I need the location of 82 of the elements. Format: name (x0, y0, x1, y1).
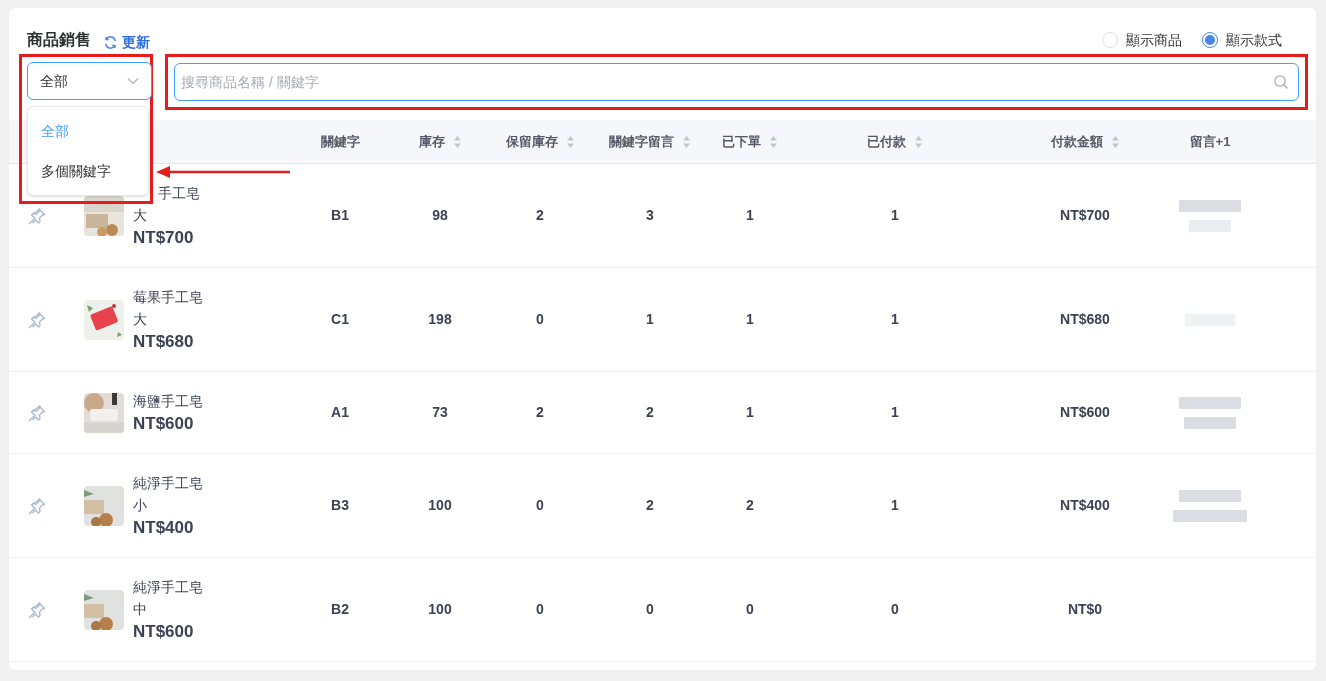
table-cell-text: 1 (891, 403, 899, 422)
sort-icon[interactable] (452, 134, 462, 149)
pin-icon[interactable] (27, 495, 47, 516)
search-field[interactable]: 搜尋商品名稱 / 關鍵字 (174, 63, 1299, 101)
table-cell-text: 2 (746, 496, 754, 515)
table-cell-text: C1 (331, 310, 349, 329)
table-cell-text: 2 (536, 206, 544, 225)
dropdown-option[interactable]: 多個關鍵字 (28, 151, 148, 191)
product-price: NT$400 (133, 517, 194, 539)
table-cell-text: NT$0 (1067, 600, 1103, 619)
table-cell-text: 198 (428, 310, 452, 329)
sort-icon[interactable] (1110, 134, 1120, 149)
product-name: 海鹽手工皂 (133, 392, 203, 411)
table-cell-text: 0 (536, 496, 544, 515)
product-price: NT$600 (133, 621, 194, 643)
table-cell-text: 1 (746, 206, 754, 225)
table-cell-text: 3 (646, 206, 654, 225)
table-cell-text: 98 (432, 206, 448, 225)
column-header[interactable]: 關鍵字留言 (609, 131, 691, 152)
table-cell-text: NT$600 (1060, 403, 1110, 422)
table-cell-text: 0 (536, 600, 544, 619)
sort-icon[interactable] (565, 134, 575, 149)
blurred-comment (1179, 489, 1241, 502)
table-cell-text: 100 (428, 600, 452, 619)
table-cell-text: NT$400 (1060, 496, 1110, 515)
refresh-icon (103, 34, 118, 50)
table-cell-text: B1 (331, 206, 349, 225)
table-cell-text: 1 (891, 206, 899, 225)
column-header[interactable]: 已下單 (722, 131, 778, 152)
column-header[interactable]: 庫存 (418, 131, 462, 152)
table-cell-text: 2 (536, 403, 544, 422)
chevron-down-icon (127, 77, 139, 85)
table-cell-text: B2 (331, 600, 349, 619)
page-title: 商品銷售 (27, 30, 91, 50)
product-name: 純淨手工皂 (133, 578, 203, 597)
filter-dropdown[interactable]: 全部 (27, 62, 152, 100)
product-price: NT$600 (133, 413, 194, 435)
radio-option[interactable]: 顯示款式 (1202, 29, 1282, 51)
sort-icon[interactable] (682, 134, 691, 149)
product-name: 大 (133, 310, 147, 329)
pin-icon[interactable] (27, 309, 47, 330)
pin-icon[interactable] (27, 599, 47, 620)
product-price: NT$680 (133, 331, 194, 353)
refresh-button[interactable]: 更新 (103, 31, 150, 53)
column-header[interactable]: 已付款 (867, 131, 923, 152)
product-price: NT$700 (133, 227, 194, 249)
product-name: 手工皂 (157, 184, 200, 203)
pin-icon[interactable] (27, 205, 47, 226)
product-name: 小 (133, 496, 147, 515)
table-cell-text: 1 (746, 403, 754, 422)
table-cell-text: 100 (428, 496, 452, 515)
table-cell-text: NT$680 (1060, 310, 1110, 329)
table-cell-text: B3 (331, 496, 349, 515)
blurred-comment (1179, 396, 1241, 409)
table-cell-text: 0 (646, 600, 654, 619)
table-cell-text: 2 (646, 403, 654, 422)
table-cell-text: 0 (536, 310, 544, 329)
product-name: 莓果手工皂 (133, 288, 203, 307)
table-cell-text: 73 (432, 403, 448, 422)
table-cell-text: 0 (746, 600, 754, 619)
blurred-comment (1179, 199, 1241, 212)
column-header: 關鍵字 (320, 132, 360, 151)
search-icon (1273, 74, 1289, 90)
column-header: 留言+1 (1189, 132, 1231, 151)
table-cell-text: 1 (891, 496, 899, 515)
blurred-comment (1184, 416, 1236, 429)
sort-icon[interactable] (914, 134, 923, 149)
table-cell-text: NT$700 (1060, 206, 1110, 225)
product-name: 純淨手工皂 (133, 474, 203, 493)
table-cell-text: 2 (646, 496, 654, 515)
pin-icon[interactable] (27, 402, 47, 423)
table-cell-text: 0 (891, 600, 899, 619)
table-cell-text: 1 (746, 310, 754, 329)
sort-icon[interactable] (769, 134, 778, 149)
column-header[interactable]: 付款金額 (1050, 131, 1120, 152)
column-header[interactable]: 保留庫存 (505, 131, 575, 152)
table-cell-text: 1 (646, 310, 654, 329)
table-cell-text: 1 (891, 310, 899, 329)
radio-option[interactable]: 顯示商品 (1102, 29, 1182, 51)
table-cell-text: A1 (331, 403, 349, 422)
product-name: 大 (133, 206, 147, 225)
product-name: 中 (133, 600, 147, 619)
